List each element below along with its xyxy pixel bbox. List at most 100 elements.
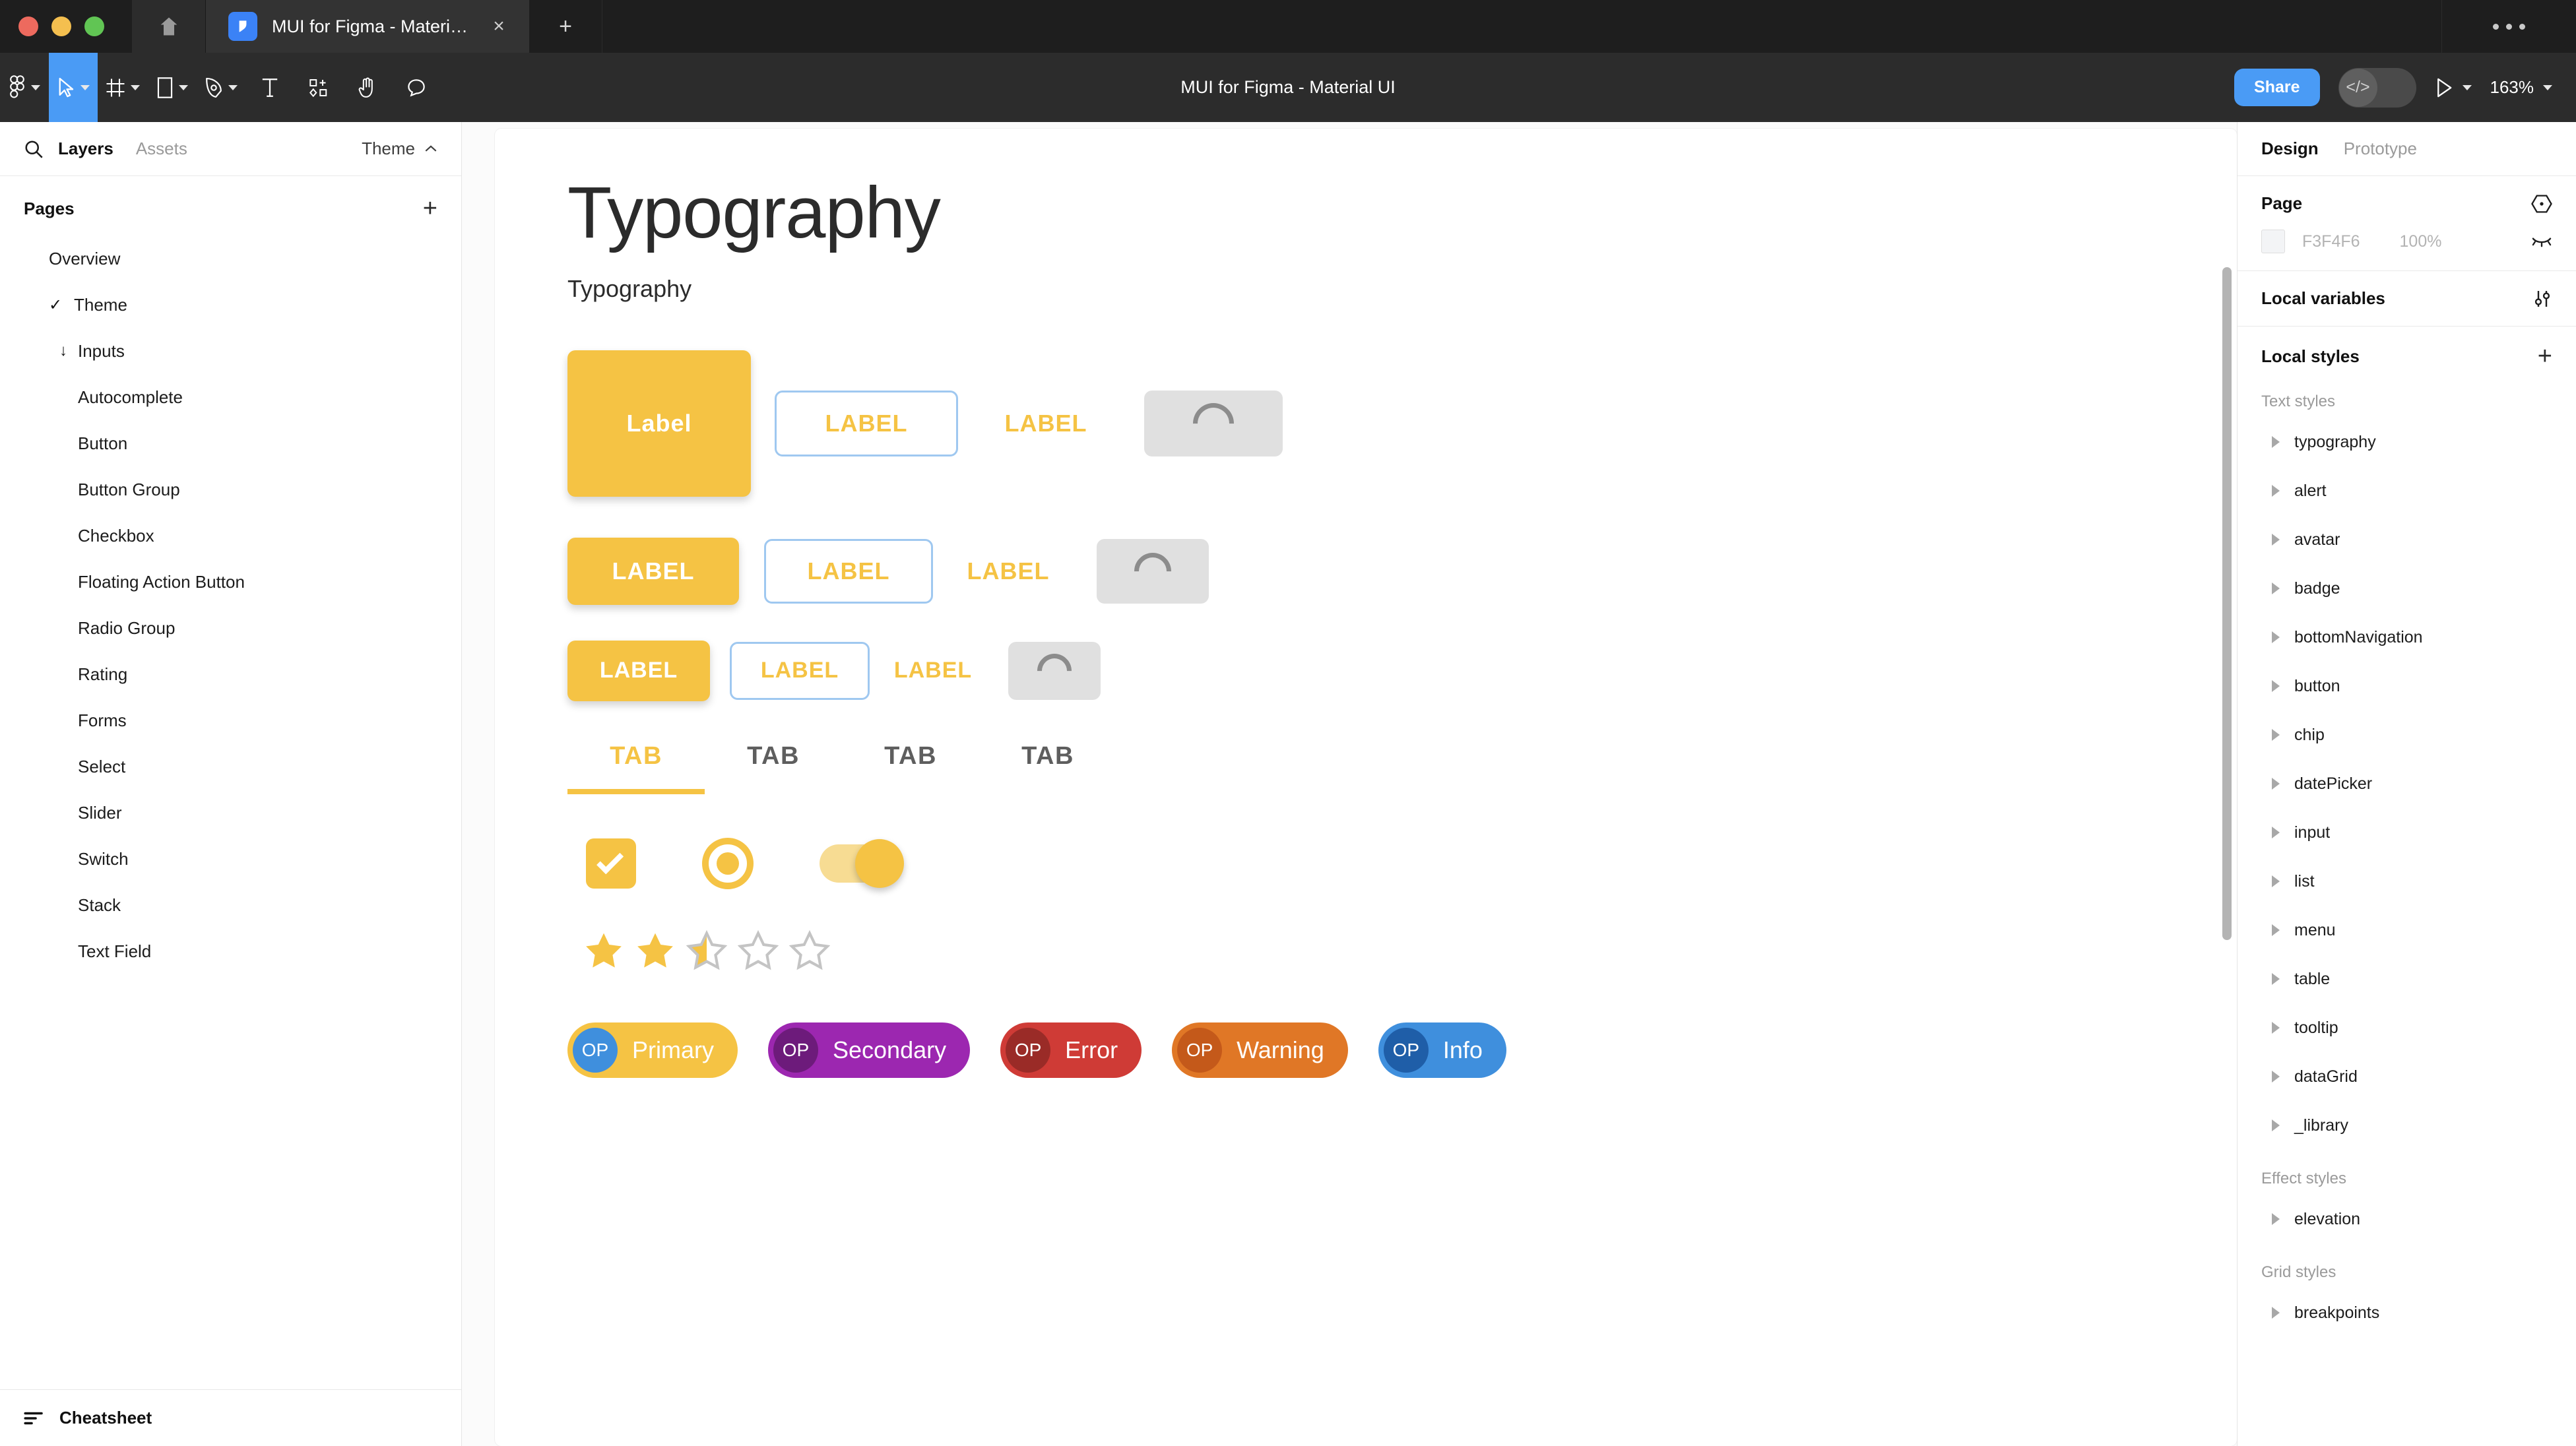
text-style-item[interactable]: alert: [2238, 466, 2576, 515]
text-style-item[interactable]: datePicker: [2238, 759, 2576, 808]
mui-tab[interactable]: TAB: [842, 742, 979, 794]
text-style-item[interactable]: menu: [2238, 906, 2576, 955]
star-full-icon[interactable]: [635, 930, 676, 971]
checkbox-checked[interactable]: [586, 838, 636, 889]
share-button[interactable]: Share: [2234, 69, 2319, 106]
chevron-right-icon[interactable]: [2272, 1022, 2280, 1034]
cheatsheet-item[interactable]: Cheatsheet: [0, 1389, 461, 1446]
chevron-right-icon[interactable]: [2272, 924, 2280, 936]
loading-button[interactable]: [1144, 391, 1283, 456]
chevron-down-icon[interactable]: [80, 85, 90, 90]
pen-tool-icon[interactable]: [197, 53, 245, 122]
browser-tab[interactable]: MUI for Figma - Material UI ×: [206, 0, 529, 53]
page-item[interactable]: Radio Group: [0, 605, 461, 651]
zoom-control[interactable]: 163%: [2490, 77, 2553, 98]
page-item[interactable]: Checkbox: [0, 513, 461, 559]
page-settings-icon[interactable]: [2531, 194, 2552, 214]
chevron-down-icon[interactable]: [228, 85, 238, 90]
page-item[interactable]: ✓Theme: [0, 282, 461, 328]
text-style-item[interactable]: list: [2238, 857, 2576, 906]
chip[interactable]: OPPrimary: [567, 1022, 738, 1078]
tab-layers[interactable]: Layers: [58, 139, 113, 159]
chevron-right-icon[interactable]: [2272, 1307, 2280, 1319]
rating-control[interactable]: [567, 930, 2237, 971]
chip[interactable]: OPWarning: [1172, 1022, 1348, 1078]
chevron-right-icon[interactable]: [2272, 631, 2280, 643]
shape-tool-icon[interactable]: [148, 53, 197, 122]
star-full-icon[interactable]: [583, 930, 624, 971]
page-item[interactable]: Overview: [0, 236, 461, 282]
chevron-right-icon[interactable]: [2272, 485, 2280, 497]
chevron-right-icon[interactable]: [2272, 680, 2280, 692]
outlined-button[interactable]: LABEL: [730, 642, 870, 700]
text-style-item[interactable]: tooltip: [2238, 1003, 2576, 1052]
text-style-item[interactable]: table: [2238, 955, 2576, 1003]
mui-tab[interactable]: TAB: [567, 742, 705, 794]
grid-style-item[interactable]: breakpoints: [2238, 1288, 2576, 1337]
chip[interactable]: OPSecondary: [768, 1022, 970, 1078]
chevron-down-icon[interactable]: [2543, 85, 2552, 90]
page-selector[interactable]: Theme: [362, 139, 437, 159]
contained-button[interactable]: LABEL: [567, 538, 739, 605]
text-button[interactable]: LABEL: [942, 539, 1074, 604]
page-color-opacity[interactable]: 100%: [2400, 232, 2442, 251]
maximize-window-button[interactable]: [84, 16, 104, 36]
text-style-item[interactable]: avatar: [2238, 515, 2576, 564]
chevron-right-icon[interactable]: [2272, 729, 2280, 741]
page-item[interactable]: Select: [0, 743, 461, 790]
page-item[interactable]: Switch: [0, 836, 461, 882]
page-item[interactable]: Rating: [0, 651, 461, 697]
eye-closed-icon[interactable]: [2531, 234, 2552, 249]
move-tool-icon[interactable]: [49, 53, 98, 122]
page-item[interactable]: Slider: [0, 790, 461, 836]
page-item[interactable]: Floating Action Button: [0, 559, 461, 605]
text-style-item[interactable]: bottomNavigation: [2238, 613, 2576, 662]
new-tab-button[interactable]: +: [529, 0, 602, 53]
page-item[interactable]: Stack: [0, 882, 461, 928]
tab-prototype[interactable]: Prototype: [2344, 139, 2417, 159]
chevron-right-icon[interactable]: [2272, 534, 2280, 546]
star-empty-icon[interactable]: [789, 930, 830, 971]
page-item[interactable]: Button: [0, 420, 461, 466]
loading-button[interactable]: [1097, 539, 1209, 604]
chevron-right-icon[interactable]: [2272, 1071, 2280, 1083]
chevron-right-icon[interactable]: [2272, 1213, 2280, 1225]
chevron-down-icon[interactable]: [179, 85, 188, 90]
mui-tab[interactable]: TAB: [705, 742, 842, 794]
design-canvas[interactable]: Typography Typography LabelLABELLABELLAB…: [462, 122, 2237, 1446]
mui-tab[interactable]: TAB: [979, 742, 1116, 794]
chevron-right-icon[interactable]: [2272, 778, 2280, 790]
chip[interactable]: OPError: [1000, 1022, 1142, 1078]
page-item[interactable]: Forms: [0, 697, 461, 743]
page-color-hex[interactable]: F3F4F6: [2302, 232, 2360, 251]
star-half-icon[interactable]: [686, 930, 727, 971]
loading-button[interactable]: [1008, 642, 1101, 700]
close-icon[interactable]: ×: [487, 16, 511, 36]
text-tool-icon[interactable]: [245, 53, 294, 122]
local-variables-section[interactable]: Local variables: [2238, 271, 2576, 327]
text-style-item[interactable]: dataGrid: [2238, 1052, 2576, 1101]
text-button[interactable]: LABEL: [970, 391, 1122, 456]
chevron-down-icon[interactable]: [31, 85, 40, 90]
text-style-item[interactable]: badge: [2238, 564, 2576, 613]
tab-design[interactable]: Design: [2261, 139, 2319, 159]
search-icon[interactable]: [24, 139, 58, 159]
comment-tool-icon[interactable]: [392, 53, 441, 122]
add-page-button[interactable]: +: [423, 196, 437, 221]
add-style-button[interactable]: +: [2538, 344, 2552, 369]
close-window-button[interactable]: [18, 16, 38, 36]
text-style-item[interactable]: input: [2238, 808, 2576, 857]
text-style-item[interactable]: chip: [2238, 710, 2576, 759]
contained-button[interactable]: Label: [567, 350, 751, 497]
radio-selected[interactable]: [702, 838, 754, 889]
chevron-down-icon[interactable]: [2463, 85, 2472, 90]
chevron-right-icon[interactable]: [2272, 1119, 2280, 1131]
text-style-item[interactable]: typography: [2238, 418, 2576, 466]
effect-style-item[interactable]: elevation: [2238, 1195, 2576, 1243]
tab-assets[interactable]: Assets: [136, 139, 187, 159]
chip[interactable]: OPInfo: [1378, 1022, 1506, 1078]
chevron-right-icon[interactable]: [2272, 875, 2280, 887]
page-item[interactable]: Autocomplete: [0, 374, 461, 420]
outlined-button[interactable]: LABEL: [764, 539, 933, 604]
page-item[interactable]: Text Field: [0, 928, 461, 974]
